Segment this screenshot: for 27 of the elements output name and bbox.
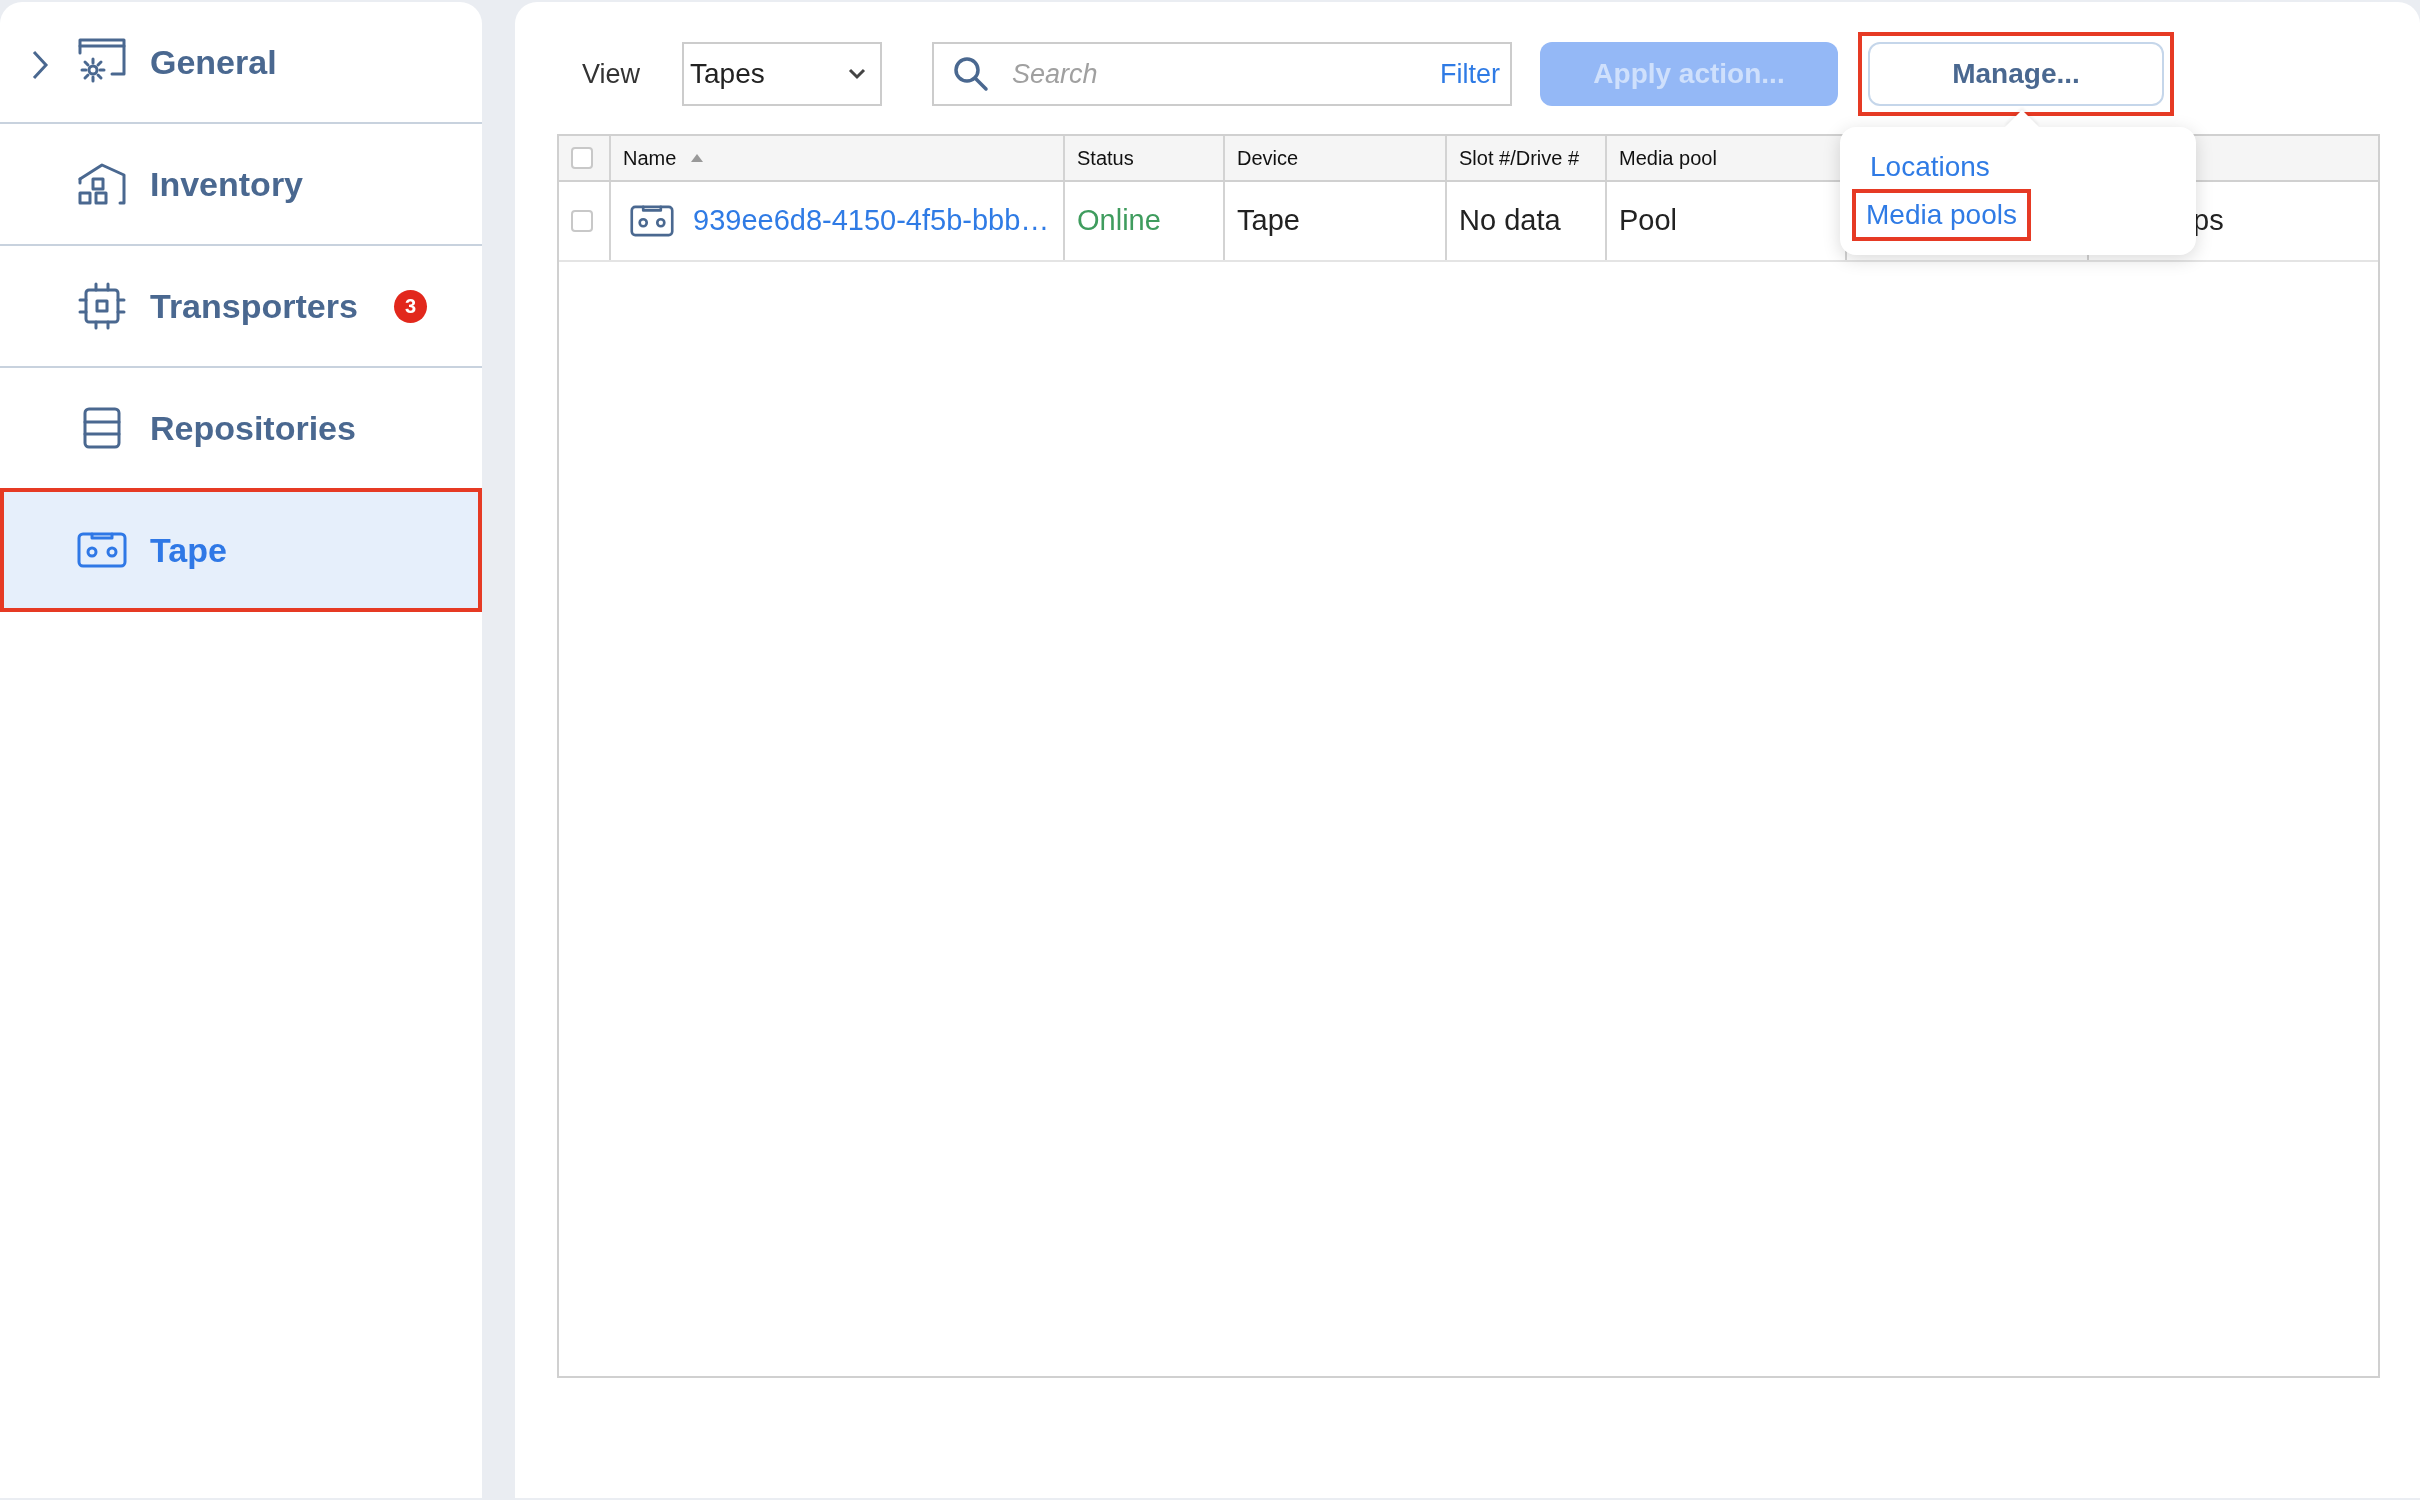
search-icon [952, 55, 990, 93]
table-cell-text: Pool [1619, 203, 1678, 239]
filter-link[interactable]: Filter [1440, 53, 1500, 95]
column-header[interactable]: Name [623, 143, 677, 173]
manage-button[interactable]: Manage... [1868, 42, 2164, 106]
status-text: Online [1077, 203, 1161, 239]
sidebar-item[interactable]: Transporters 3 [0, 246, 482, 368]
menu-item[interactable]: Locations [1842, 141, 2018, 193]
column-header[interactable]: Slot #/Drive # [1459, 143, 1580, 173]
sidebar-item[interactable]: Tape [0, 490, 482, 612]
caret-icon [848, 68, 866, 80]
chip-icon [76, 281, 128, 331]
view-select[interactable]: Tapes [682, 42, 882, 106]
sidebar-item[interactable]: General [0, 2, 482, 124]
column-header[interactable]: Device [1237, 143, 1299, 173]
search-field[interactable]: Search Filter [932, 42, 1512, 106]
sidebar-item[interactable]: Inventory [0, 124, 482, 246]
checkbox[interactable] [571, 210, 593, 232]
view-label: View [582, 57, 642, 91]
tape-name-link[interactable]: 939ee6d8-4150-4f5b-bbb… [693, 199, 1050, 243]
sidebar-item[interactable]: Repositories [0, 368, 482, 490]
table-cell-text: Tape [1237, 203, 1300, 239]
table-cell-text: No data [1459, 203, 1561, 239]
count-badge: 3 [394, 289, 427, 323]
column-header[interactable]: Media pool [1619, 143, 1717, 173]
checkbox[interactable] [571, 147, 593, 169]
column-header[interactable]: Status [1077, 143, 1134, 173]
